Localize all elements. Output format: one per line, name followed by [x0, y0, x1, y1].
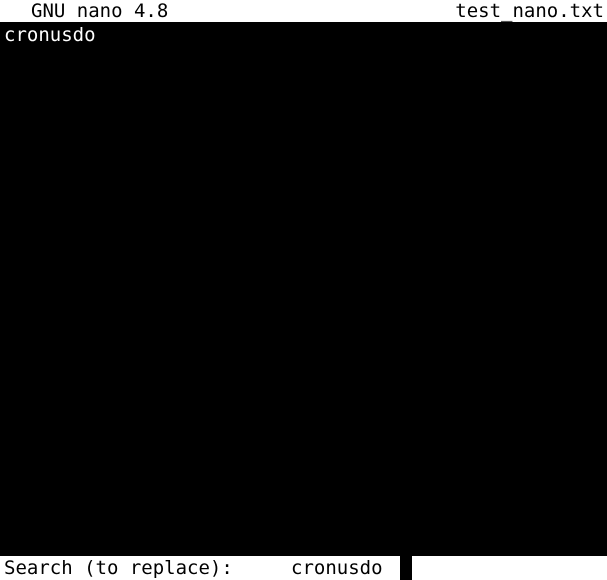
edit-area[interactable]: cronusdo [0, 22, 607, 554]
title-bar: GNU nano 4.8 test_nano.txt [0, 0, 607, 22]
search-replace-prompt[interactable]: Search (to replace): cronusdo [0, 556, 607, 580]
prompt-label: Search (to replace): [4, 557, 233, 579]
file-name: test_nano.txt [455, 0, 604, 22]
app-title: GNU nano 4.8 [31, 0, 169, 22]
text-cursor [400, 556, 412, 580]
nano-terminal-window[interactable]: GNU nano 4.8 test_nano.txt cronusdo Sear… [0, 0, 607, 580]
search-input[interactable]: cronusdo [291, 557, 383, 579]
buffer-line[interactable]: cronusdo [4, 24, 96, 46]
